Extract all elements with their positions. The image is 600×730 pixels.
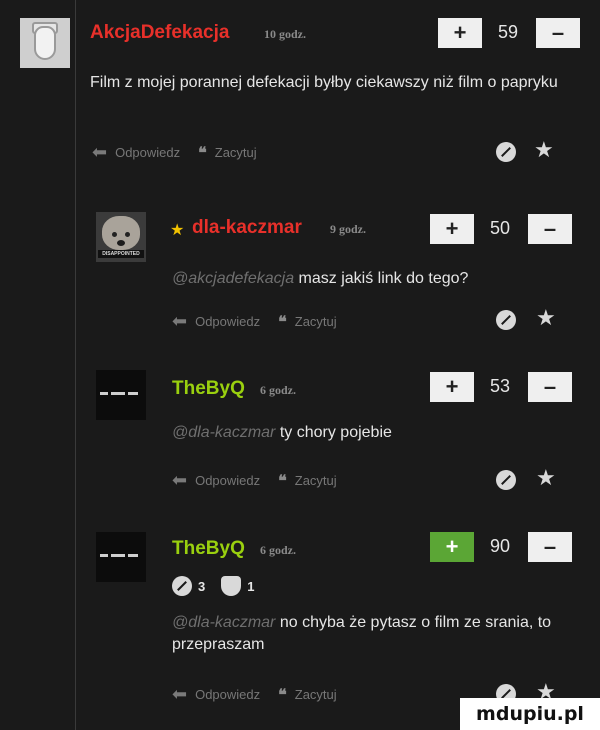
quote-link[interactable]: Zacytuj xyxy=(215,145,257,160)
favorite-star-icon[interactable]: ★ xyxy=(534,137,554,163)
reply-link[interactable]: Odpowiedz xyxy=(195,687,260,702)
black-avatar[interactable] xyxy=(96,370,146,420)
downvote-button[interactable]: – xyxy=(528,214,572,244)
reply-arrow-icon: ⬅ xyxy=(172,311,188,331)
comment-text: @akcjadefekacja masz jakiś link do tego? xyxy=(172,270,469,287)
downvote-button[interactable]: – xyxy=(528,372,572,402)
comment-time: 9 godz. xyxy=(330,222,366,236)
reactions: 3 1 xyxy=(172,576,270,596)
comment-text: @dla-kaczmar ty chory pojebie xyxy=(172,424,392,441)
vote-count: 59 xyxy=(498,22,519,42)
comment-time: 6 godz. xyxy=(260,543,296,557)
reply-arrow-icon: ⬅ xyxy=(172,684,188,704)
block-icon[interactable] xyxy=(496,142,516,162)
comment-text: Film z mojej porannej defekacji byłby ci… xyxy=(90,74,558,91)
reply-link[interactable]: Odpowiedz xyxy=(115,145,180,160)
reply-arrow-icon: ⬅ xyxy=(92,142,108,162)
block-icon[interactable] xyxy=(496,470,516,490)
comment-author[interactable]: AkcjaDefekacja xyxy=(90,22,229,44)
mention-link[interactable]: @akcjadefekacja xyxy=(172,270,294,287)
quote-link[interactable]: Zacytuj xyxy=(295,473,337,488)
reaction-count: 1 xyxy=(247,578,255,594)
favorite-star-icon[interactable]: ★ xyxy=(536,305,556,331)
downvote-button[interactable]: – xyxy=(536,18,580,48)
watermark: mdupiu.pl xyxy=(460,698,600,730)
quote-icon: ❝ xyxy=(278,472,287,490)
upvote-button[interactable]: + xyxy=(430,532,474,562)
slash-reaction-icon[interactable] xyxy=(172,576,192,596)
shield-reaction-icon[interactable] xyxy=(221,576,242,596)
comment-author[interactable]: dla-kaczmar xyxy=(192,217,302,239)
comment-2: DISAPPOINTED ★ dla-kaczmar 9 godz. + 50 … xyxy=(0,200,600,360)
favorite-star-icon[interactable]: ★ xyxy=(536,465,556,491)
comment-actions: ⬅ Odpowiedz ❝ Zacytuj xyxy=(172,684,337,705)
mention-link[interactable]: @dla-kaczmar xyxy=(172,424,275,441)
comment-actions: ⬅ Odpowiedz ❝ Zacytuj xyxy=(92,142,257,163)
quote-icon: ❝ xyxy=(278,686,287,704)
comment-3: TheByQ 6 godz. + 53 – @dla-kaczmar ty ch… xyxy=(0,360,600,520)
block-icon[interactable] xyxy=(496,310,516,330)
vote-count: 53 xyxy=(490,376,511,396)
reaction-count: 3 xyxy=(198,578,206,594)
upvote-button[interactable]: + xyxy=(430,372,474,402)
quote-icon: ❝ xyxy=(278,313,287,331)
comment-actions: ⬅ Odpowiedz ❝ Zacytuj xyxy=(172,311,337,332)
vote-count: 50 xyxy=(490,218,511,238)
downvote-button[interactable]: – xyxy=(528,532,572,562)
comment-text: @dla-kaczmar no chyba że pytasz o film z… xyxy=(172,614,552,653)
comment-author[interactable]: TheByQ xyxy=(172,378,245,400)
toilet-avatar[interactable] xyxy=(20,18,70,68)
quote-link[interactable]: Zacytuj xyxy=(295,687,337,702)
reply-link[interactable]: Odpowiedz xyxy=(195,473,260,488)
vote-count: 90 xyxy=(490,536,511,556)
dog-avatar[interactable]: DISAPPOINTED xyxy=(96,212,146,262)
black-avatar[interactable] xyxy=(96,532,146,582)
upvote-button[interactable]: + xyxy=(430,214,474,244)
reply-link[interactable]: Odpowiedz xyxy=(195,314,260,329)
quote-link[interactable]: Zacytuj xyxy=(295,314,337,329)
mention-link[interactable]: @dla-kaczmar xyxy=(172,614,275,631)
avatar-caption: DISAPPOINTED xyxy=(98,250,144,258)
comment-time: 10 godz. xyxy=(264,27,306,41)
comment-1: AkcjaDefekacja 10 godz. + 59 – Film z mo… xyxy=(0,0,600,190)
comment-time: 6 godz. xyxy=(260,383,296,397)
badge-star-icon: ★ xyxy=(170,222,185,239)
comment-author[interactable]: TheByQ xyxy=(172,538,245,560)
quote-icon: ❝ xyxy=(198,144,207,162)
comment-actions: ⬅ Odpowiedz ❝ Zacytuj xyxy=(172,470,337,491)
upvote-button[interactable]: + xyxy=(438,18,482,48)
reply-arrow-icon: ⬅ xyxy=(172,470,188,490)
